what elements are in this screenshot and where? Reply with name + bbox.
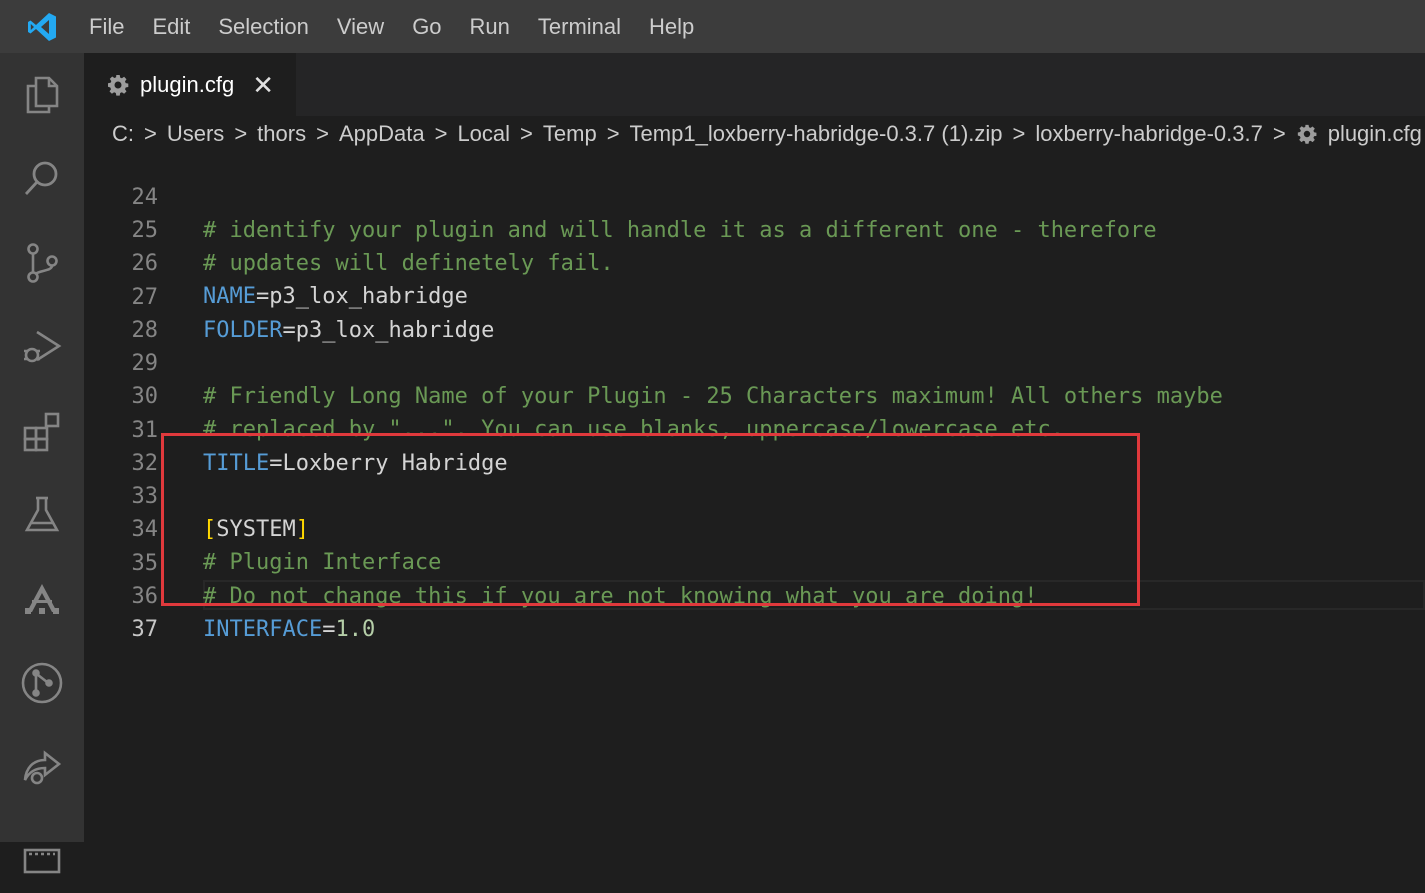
config-value: 1.0 [335, 617, 376, 642]
explorer-files-icon[interactable] [0, 53, 84, 137]
breadcrumb: C: > Users > thors > AppData > Local > T… [84, 116, 1425, 152]
source-control-icon[interactable] [0, 221, 84, 305]
testing-flask-icon[interactable] [0, 473, 84, 557]
menu-edit[interactable]: Edit [138, 0, 204, 53]
breadcrumb-separator: > [1272, 121, 1286, 146]
live-share-icon[interactable] [0, 725, 84, 809]
code-line: 30 # replaced by "...". You can use blan… [84, 347, 1425, 442]
menu-go[interactable]: Go [398, 0, 455, 53]
search-icon[interactable] [0, 137, 84, 221]
title-bar: File Edit Selection View Go Run Terminal… [0, 0, 1425, 53]
breadcrumb-separator: > [144, 121, 157, 146]
breadcrumb-item[interactable]: thors [257, 121, 306, 147]
breadcrumb-separator: > [234, 121, 248, 146]
breadcrumb-item[interactable]: AppData [339, 121, 425, 147]
activity-bar [0, 53, 84, 874]
menu-file[interactable]: File [75, 0, 138, 53]
gear-icon [1297, 124, 1317, 144]
terminal-icon[interactable] [0, 809, 84, 893]
vscode-logo-icon [0, 0, 84, 53]
menu-help[interactable]: Help [635, 0, 708, 53]
breadcrumb-file[interactable]: plugin.cfg [1328, 121, 1422, 147]
menu-bar: File Edit Selection View Go Run Terminal… [75, 0, 708, 53]
breadcrumb-separator: > [316, 121, 329, 146]
gear-icon [108, 74, 129, 96]
run-debug-icon[interactable] [0, 305, 84, 389]
code-line: 28 [84, 281, 1425, 343]
breadcrumb-item[interactable]: C: [112, 121, 134, 147]
breadcrumb-separator: > [606, 121, 620, 146]
config-key: INTERFACE [203, 617, 323, 642]
menu-run[interactable]: Run [456, 0, 524, 53]
breadcrumb-separator: > [520, 121, 533, 146]
git-graph-icon[interactable] [0, 641, 84, 725]
extensions-icon[interactable] [0, 389, 84, 473]
tab-plugin-cfg[interactable]: plugin.cfg ✕ [84, 53, 296, 116]
code-line: 27 FOLDER=p3_lox_habridge [84, 248, 1425, 343]
breadcrumb-item[interactable]: Temp1_loxberry-habridge-0.3.7 (1).zip [630, 121, 1003, 147]
menu-terminal[interactable]: Terminal [524, 0, 635, 53]
tab-label: plugin.cfg [140, 71, 235, 97]
line-number: 37 [131, 617, 159, 642]
menu-view[interactable]: View [323, 0, 398, 53]
code-line: 24 # identify your plugin and will handl… [84, 148, 1425, 243]
breadcrumb-separator: > [1012, 121, 1026, 146]
breadcrumb-item[interactable]: Temp [543, 121, 597, 147]
breadcrumb-item[interactable]: Local [457, 121, 510, 147]
highlight-annotation-box [161, 433, 1140, 606]
code-line: 29 # Friendly Long Name of your Plugin -… [84, 314, 1425, 409]
breadcrumb-separator: > [434, 121, 448, 146]
code-line: 25 # updates will definetely fail. [84, 181, 1425, 276]
breadcrumb-item[interactable]: loxberry-habridge-0.3.7 [1035, 121, 1262, 147]
close-icon[interactable]: ✕ [252, 72, 274, 98]
code-line: 26 NAME=p3_lox_habridge [84, 214, 1425, 309]
menu-selection[interactable]: Selection [204, 0, 323, 53]
tree-view-icon[interactable] [0, 557, 84, 641]
breadcrumb-item[interactable]: Users [167, 121, 224, 147]
code-line: 31 TITLE=Loxberry Habridge [84, 381, 1425, 476]
editor-tabs-bar: plugin.cfg ✕ [84, 53, 1425, 116]
